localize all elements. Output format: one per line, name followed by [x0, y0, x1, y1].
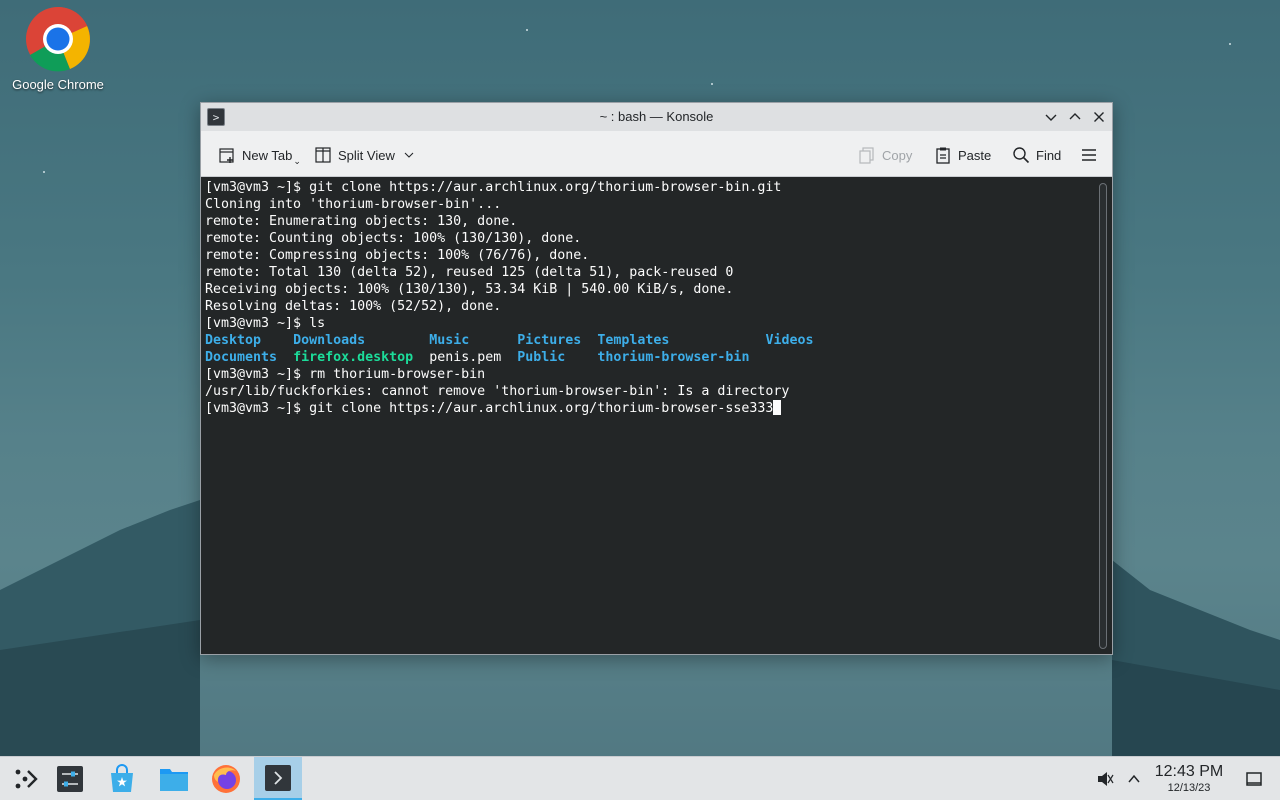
terminal-area[interactable]: [vm3@vm3 ~]$ git clone https://aur.archl… — [201, 177, 1112, 654]
toolbar: New Tab ⌄ Split View Copy Paste Find — [201, 131, 1112, 177]
terminal-line: Resolving deltas: 100% (52/52), done. — [205, 299, 502, 314]
hamburger-menu-button[interactable] — [1080, 143, 1098, 167]
text-cursor — [773, 400, 782, 415]
new-tab-label: New Tab — [242, 147, 293, 163]
ls-entry-dir: Music — [429, 333, 470, 348]
ls-entry-dir: Desktop — [205, 333, 262, 348]
ls-entry-dir: Videos — [765, 333, 814, 348]
volume-muted-icon — [1098, 772, 1114, 786]
terminal-line: remote: Compressing objects: 100% (76/76… — [205, 248, 590, 263]
desktop-icon-google-chrome[interactable]: Google Chrome — [6, 6, 110, 98]
system-settings-icon — [57, 766, 83, 792]
terminal-line: remote: Counting objects: 100% (130/130)… — [205, 231, 582, 246]
application-launcher-button[interactable] — [0, 757, 48, 800]
terminal-line: /usr/lib/fuckforkies: cannot remove 'tho… — [205, 384, 790, 399]
chrome-icon — [26, 7, 90, 72]
konsole-window: > ~ : bash — Konsole New Tab ⌄ Split Vie… — [200, 102, 1113, 655]
clock-time: 12:43 PM — [1154, 763, 1224, 780]
ls-entry-exe: firefox.desktop — [293, 350, 414, 365]
find-button[interactable]: Find — [1012, 143, 1061, 167]
terminal-output: [vm3@vm3 ~]$ git clone https://aur.archl… — [205, 179, 814, 417]
discover-icon — [111, 764, 133, 792]
volume-button[interactable] — [1092, 757, 1118, 800]
terminal-scrollbar[interactable] — [1099, 183, 1107, 649]
system-tray-expand-button[interactable] — [1122, 757, 1146, 800]
new-tab-icon — [219, 148, 234, 163]
close-button[interactable] — [1089, 107, 1109, 127]
paste-icon — [936, 147, 950, 164]
split-view-icon — [315, 147, 331, 163]
terminal-line: Receiving objects: 100% (130/130), 53.34… — [205, 282, 734, 297]
split-view-button[interactable]: Split View — [314, 143, 415, 167]
ls-entry-dir: Templates — [597, 333, 670, 348]
taskbar-file-manager[interactable] — [150, 757, 198, 800]
ls-entry-dir: Public — [517, 350, 566, 365]
terminal-line: [vm3@vm3 ~]$ ls — [205, 316, 326, 331]
paste-button[interactable]: Paste — [934, 143, 991, 167]
terminal-line: [vm3@vm3 ~]$ rm thorium-browser-bin — [205, 367, 486, 382]
new-tab-menu-indicator-icon: ⌄ — [293, 155, 301, 166]
close-icon — [1094, 112, 1104, 122]
chevron-down-icon — [1045, 114, 1057, 121]
copy-label: Copy — [882, 147, 913, 163]
taskbar-firefox[interactable] — [202, 757, 250, 800]
window-title: ~ : bash — Konsole — [599, 109, 714, 124]
chevron-up-icon — [1128, 774, 1140, 783]
firefox-icon — [212, 765, 240, 793]
copy-icon — [859, 147, 874, 164]
title-bar[interactable]: > ~ : bash — Konsole — [201, 103, 1112, 131]
show-desktop-icon — [1246, 772, 1262, 786]
ls-entry-file: penis.pem — [429, 350, 502, 365]
taskbar-discover[interactable] — [98, 757, 146, 800]
terminal-line: remote: Total 130 (delta 52), reused 125… — [205, 265, 734, 280]
terminal-line: Cloning into 'thorium-browser-bin'... — [205, 197, 502, 212]
split-view-label: Split View — [338, 147, 395, 163]
paste-label: Paste — [958, 147, 992, 163]
ls-entry-dir: Documents — [205, 350, 278, 365]
terminal-line: [vm3@vm3 ~]$ git clone https://aur.archl… — [205, 180, 782, 195]
show-desktop-button[interactable] — [1242, 757, 1266, 800]
file-manager-icon — [160, 769, 188, 791]
maximize-button[interactable] — [1065, 107, 1085, 127]
taskbar-system-settings[interactable] — [46, 757, 94, 800]
konsole-icon — [265, 764, 291, 791]
terminal-line: remote: Enumerating objects: 130, done. — [205, 214, 518, 229]
minimize-button[interactable] — [1041, 107, 1061, 127]
terminal-input-line[interactable]: [vm3@vm3 ~]$ git clone https://aur.archl… — [205, 401, 773, 416]
ls-entry-dir: thorium-browser-bin — [597, 350, 750, 365]
clock-date: 12/13/23 — [1167, 782, 1211, 794]
find-label: Find — [1036, 147, 1062, 163]
desktop-icon-label: Google Chrome — [12, 77, 104, 92]
chevron-down-icon — [404, 152, 414, 158]
chevron-up-icon — [1069, 113, 1081, 120]
ls-entry-dir: Pictures — [517, 333, 582, 348]
digital-clock[interactable]: 12:43 PM 12/13/23 — [1150, 763, 1228, 795]
hamburger-menu-icon — [1082, 149, 1096, 161]
app-launcher-icon — [15, 769, 38, 789]
copy-button[interactable]: Copy — [858, 143, 912, 167]
search-icon — [1013, 147, 1030, 164]
taskbar: 12:43 PM 12/13/23 — [0, 756, 1280, 800]
taskbar-konsole[interactable] — [254, 757, 302, 800]
new-tab-button[interactable]: New Tab ⌄ — [218, 143, 301, 167]
ls-entry-dir: Downloads — [293, 333, 366, 348]
